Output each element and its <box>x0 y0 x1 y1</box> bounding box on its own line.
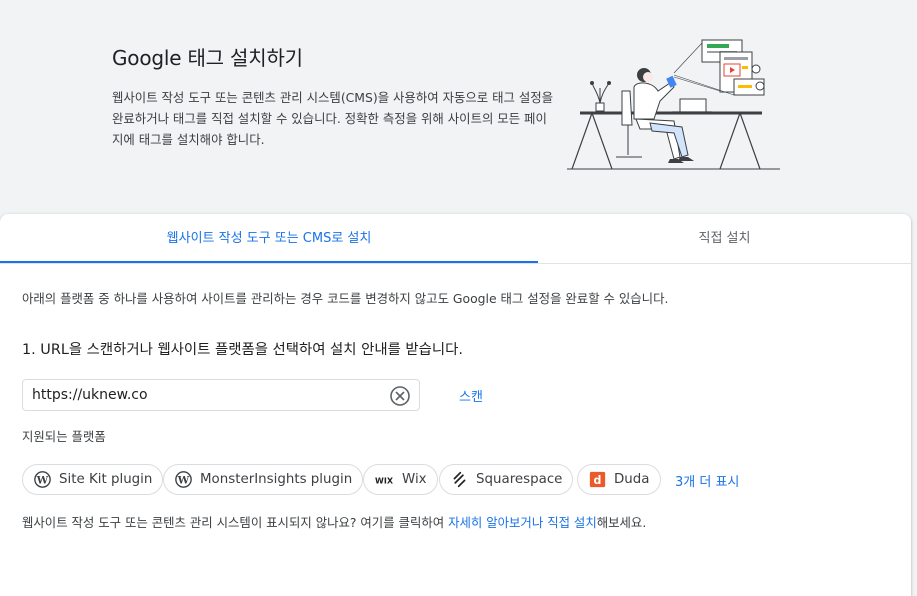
platform-chip-monsterinsights[interactable]: W MonsterInsights plugin <box>163 464 364 495</box>
tab-bar: 웹사이트 작성 도구 또는 CMS로 설치 직접 설치 <box>0 214 911 264</box>
platform-chip-wix[interactable]: WIX Wix <box>363 464 438 495</box>
platform-chip-duda[interactable]: d Duda <box>577 464 661 495</box>
scan-button[interactable]: 스캔 <box>459 386 483 405</box>
svg-text:W: W <box>176 474 189 486</box>
wordpress-icon: W <box>33 471 51 489</box>
svg-text:W: W <box>35 474 48 486</box>
footer-note: 웹사이트 작성 도구 또는 콘텐츠 관리 시스템이 표시되지 않나요? 여기를 … <box>22 513 646 531</box>
url-input-value[interactable]: https://uknew.co <box>32 387 148 403</box>
svg-text:d: d <box>593 474 601 487</box>
person-at-desk-illustration <box>567 39 780 170</box>
platform-chip-label: Duda <box>614 472 650 487</box>
squarespace-icon <box>450 471 468 489</box>
svg-text:WIX: WIX <box>375 476 394 485</box>
clear-icon[interactable] <box>389 385 411 407</box>
active-tab-indicator <box>0 261 538 263</box>
tab-manual-install[interactable]: 직접 설치 <box>538 214 911 263</box>
tab-cms-install[interactable]: 웹사이트 작성 도구 또는 CMS로 설치 <box>0 214 538 263</box>
platform-chip-label: Squarespace <box>476 472 563 487</box>
intro-text: 아래의 플랫폼 중 하나를 사용하여 사이트를 관리하는 경우 코드를 변경하지… <box>22 291 669 306</box>
hero-section: Google 태그 설치하기 웹사이트 작성 도구 또는 콘텐츠 관리 시스템(… <box>0 0 917 214</box>
platform-chip-label: Site Kit plugin <box>59 472 153 487</box>
step-1-heading: 1. URL을 스캔하거나 웹사이트 플랫폼을 선택하여 설치 안내를 받습니다… <box>22 342 463 358</box>
install-card: 웹사이트 작성 도구 또는 CMS로 설치 직접 설치 아래의 플랫폼 중 하나… <box>0 214 911 596</box>
platform-chip-label: Wix <box>402 472 427 487</box>
platform-chip-label: MonsterInsights plugin <box>200 472 353 487</box>
learn-more-link[interactable]: 자세히 알아보거나 <box>448 515 543 530</box>
duda-icon: d <box>588 471 606 489</box>
wordpress-icon: W <box>174 471 192 489</box>
platform-chip-site-kit[interactable]: W Site Kit plugin <box>22 464 164 495</box>
hero-description: 웹사이트 작성 도구 또는 콘텐츠 관리 시스템(CMS)을 사용하여 자동으로… <box>112 90 554 147</box>
footer-note-suffix: 해보세요. <box>596 515 647 530</box>
footer-note-text: 웹사이트 작성 도구 또는 콘텐츠 관리 시스템이 표시되지 않나요? 여기를 … <box>22 515 449 530</box>
show-more-platforms-link[interactable]: 3개 더 표시 <box>675 471 739 490</box>
platform-chip-squarespace[interactable]: Squarespace <box>439 464 574 495</box>
page-title: Google 태그 설치하기 <box>112 46 303 70</box>
manual-install-link[interactable]: 직접 설치 <box>547 515 597 530</box>
wix-icon: WIX <box>374 471 394 489</box>
supported-platforms-label: 지원되는 플랫폼 <box>22 429 106 444</box>
url-input[interactable]: https://uknew.co <box>22 379 420 411</box>
